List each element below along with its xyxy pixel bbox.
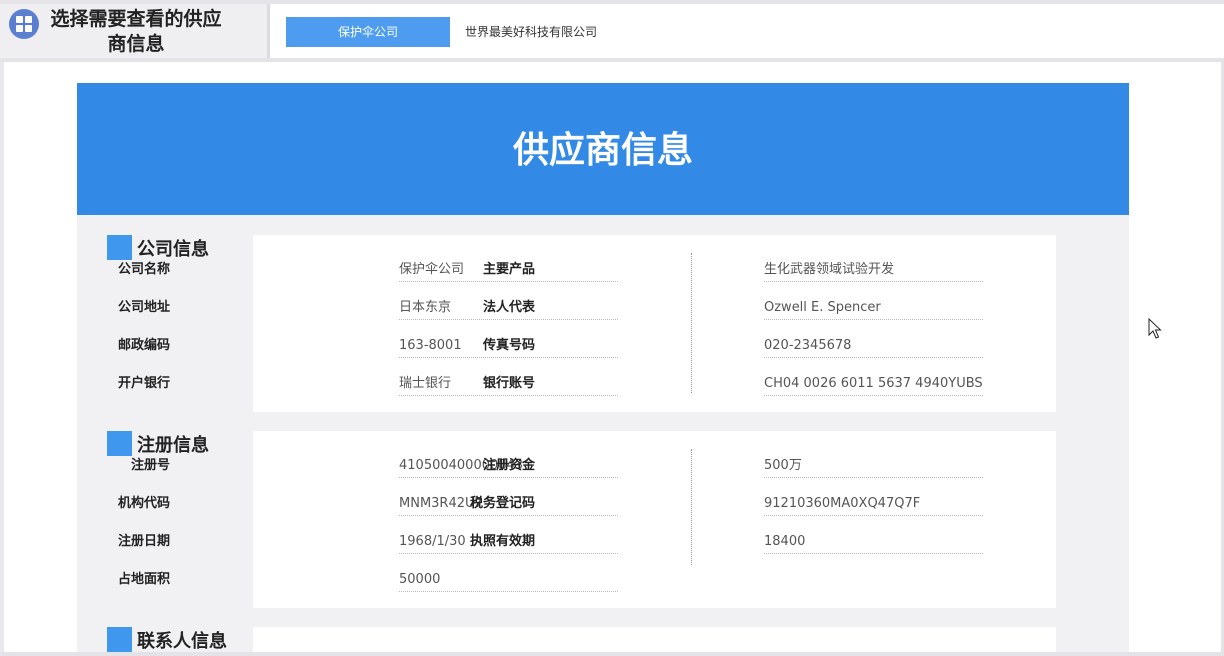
tab-world-best-tech[interactable]: 世界最美好科技有限公司 — [465, 17, 597, 47]
section-heading-contact: 联系人信息 — [107, 627, 227, 652]
contact-info-card — [253, 627, 1056, 652]
column-divider — [691, 449, 692, 565]
bottom-edge — [0, 652, 1224, 656]
tab-umbrella-corp[interactable]: 保护伞公司 — [286, 17, 450, 47]
supplier-report: 供应商信息 公司信息 公司名称 保护伞公司 主要产品 生化武器领域试验开发 公司… — [77, 83, 1129, 652]
page-title: 选择需要查看的供应商信息 — [50, 8, 222, 55]
column-divider — [691, 253, 692, 393]
menu-grid-icon[interactable] — [9, 9, 39, 39]
section-marker-icon — [107, 431, 132, 456]
section-title: 联系人信息 — [137, 631, 227, 652]
section-title: 注册信息 — [137, 435, 209, 456]
top-bar: 选择需要查看的供应商信息 保护伞公司 世界最美好科技有限公司 — [0, 0, 1224, 62]
title-panel: 选择需要查看的供应商信息 — [0, 4, 270, 62]
mouse-cursor-icon — [1148, 318, 1162, 339]
registration-info-card: 注册号 410500400000843 注册资金 500万 机构代码 MNM3R… — [118, 431, 1056, 608]
company-info-card: 公司名称 保护伞公司 主要产品 生化武器领域试验开发 公司地址 日本东京 法人代… — [118, 235, 1056, 412]
section-title: 公司信息 — [137, 239, 209, 260]
section-marker-icon — [107, 627, 132, 652]
report-banner: 供应商信息 — [77, 83, 1129, 215]
section-marker-icon — [107, 235, 132, 260]
